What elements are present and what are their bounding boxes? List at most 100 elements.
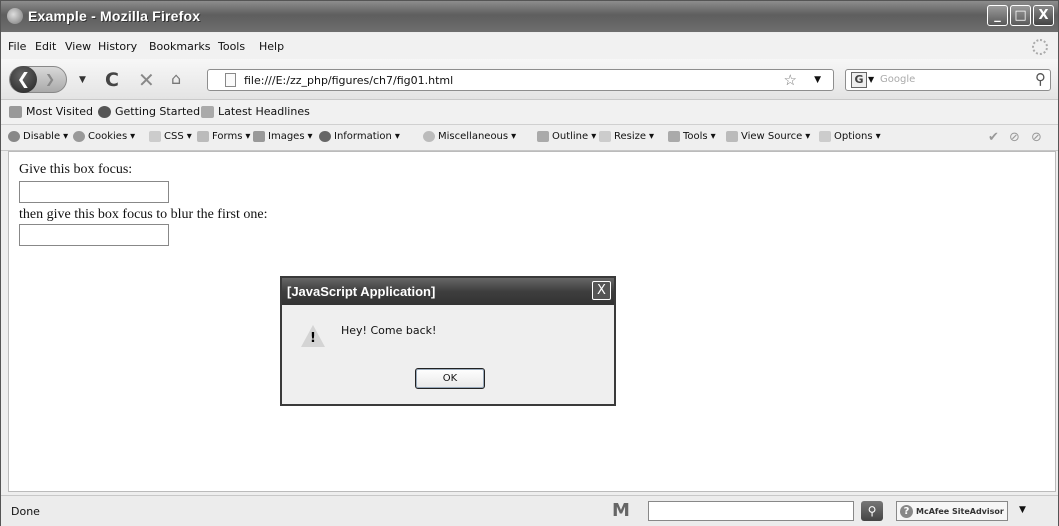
browser-window: Example - Mozilla Firefox _ □ X File Edi… [0,0,1059,526]
tools-icon [668,131,680,142]
bookmarks-toolbar: Most Visited Getting Started Latest Head… [1,100,1058,125]
reload-button[interactable]: C [105,69,119,91]
webdev-label: Miscellaneous [438,131,509,142]
webdev-label: Images [268,131,305,142]
menu-bar: File Edit View History Bookmarks Tools H… [1,33,1058,59]
search-icon[interactable]: ⚲ [1035,70,1046,88]
minimize-button[interactable]: _ [987,5,1008,26]
home-button[interactable]: ⌂ [171,69,181,88]
google-engine-icon[interactable]: G [851,72,867,88]
second-box-label: then give this box focus to blur the fir… [19,207,268,222]
menu-tools[interactable]: Tools [218,40,245,53]
status-icon[interactable]: ⊘ [1009,130,1020,145]
options-icon [819,131,831,142]
webdev-cookies[interactable]: Cookies ▾ [73,131,135,142]
search-placeholder[interactable]: Google [880,74,915,85]
webdev-label: Information [334,131,392,142]
forward-button[interactable]: ❯ [45,72,55,86]
view-source-icon [726,131,738,142]
rss-icon [201,105,214,118]
webdev-view-source[interactable]: View Source ▾ [726,131,810,142]
webdev-disable[interactable]: Disable ▾ [8,131,68,142]
webdev-miscellaneous[interactable]: Miscellaneous ▾ [423,131,516,142]
menu-help[interactable]: Help [259,40,284,53]
question-icon: ? [900,504,913,518]
bookmark-label: Latest Headlines [218,105,310,118]
resize-icon [599,131,611,142]
status-text: Done [11,505,40,518]
bookmark-most-visited[interactable]: Most Visited [9,105,93,118]
webdev-label: Outline [552,131,589,142]
webdev-label: View Source [741,131,803,142]
bookmark-folder-icon [9,105,22,118]
menu-file[interactable]: File [8,40,26,53]
bookmark-latest-headlines[interactable]: Latest Headlines [201,105,310,118]
siteadvisor-button[interactable]: ? McAfee SiteAdvisor [896,501,1008,521]
webdev-label: CSS [164,131,184,142]
bookmark-getting-started[interactable]: Getting Started [98,105,200,118]
throbber-icon [1032,39,1048,55]
ok-button[interactable]: OK [415,368,485,389]
menu-history[interactable]: History [98,40,137,53]
webdev-options[interactable]: Options ▾ [819,131,881,142]
webdev-tools[interactable]: Tools ▾ [668,131,716,142]
url-text[interactable]: file:///E:/zz_php/figures/ch7/fig01.html [244,74,453,87]
css-icon [149,131,161,142]
webdev-information[interactable]: Information ▾ [319,131,400,142]
siteadvisor-dropdown-icon[interactable]: ▼ [1019,505,1026,515]
webdev-forms[interactable]: Forms ▾ [197,131,250,142]
misc-icon [423,131,435,142]
first-text-input[interactable] [19,181,169,203]
window-title: Example - Mozilla Firefox [28,8,201,24]
url-dropdown-icon[interactable]: ▼ [814,75,821,85]
firefox-icon [7,8,23,24]
web-developer-toolbar: Disable ▾ Cookies ▾ CSS ▾ Forms ▾ Images ▾ In… [1,125,1058,151]
firefox-icon [98,105,111,118]
warning-mark: ! [310,331,316,346]
alert-dialog: [JavaScript Application] X ! Hey! Come b… [280,276,616,406]
webdev-label: Cookies [88,131,128,142]
close-button[interactable]: X [1033,5,1054,26]
second-text-input[interactable] [19,224,169,246]
siteadvisor-label: McAfee SiteAdvisor [916,506,1004,516]
info-icon [319,131,331,142]
webdev-label: Options [834,131,873,142]
outline-icon [537,131,549,142]
status-bar: Done M ⚲ ? McAfee SiteAdvisor ▼ [1,495,1058,526]
first-box-label: Give this box focus: [19,162,133,177]
stop-button[interactable]: ✕ [138,68,155,92]
url-bar[interactable]: file:///E:/zz_php/figures/ch7/fig01.html… [207,69,834,91]
cookie-icon [73,131,85,142]
dialog-title-bar[interactable]: [JavaScript Application] X [282,278,614,305]
webdev-css[interactable]: CSS ▾ [149,131,192,142]
history-dropdown-icon[interactable]: ▼ [79,75,86,85]
webdev-label: Disable [23,131,61,142]
dialog-close-button[interactable]: X [592,281,611,300]
bookmark-label: Getting Started [115,105,201,118]
webdev-label: Tools [683,131,708,142]
status-search-button[interactable]: ⚲ [861,501,883,521]
forms-icon [197,131,209,142]
engine-dropdown-icon[interactable]: ▼ [868,75,874,84]
menu-edit[interactable]: Edit [35,40,56,53]
status-icon[interactable]: ⊘ [1031,130,1042,145]
maximize-button[interactable]: □ [1010,5,1031,26]
webdev-outline[interactable]: Outline ▾ [537,131,596,142]
page-icon [225,73,236,87]
navigation-toolbar: ❮ ❯ ▼ C ✕ ⌂ file:///E:/zz_php/figures/ch… [1,59,1058,100]
dialog-message: Hey! Come back! [341,324,437,337]
back-button[interactable]: ❮ [10,66,37,93]
status-search-input[interactable] [648,501,854,521]
menu-bookmarks[interactable]: Bookmarks [149,40,210,53]
menu-view[interactable]: View [65,40,91,53]
images-icon [253,131,265,142]
title-bar[interactable]: Example - Mozilla Firefox _ □ X [1,1,1058,32]
bookmark-star-icon[interactable]: ☆ [784,71,797,89]
webdev-resize[interactable]: Resize ▾ [599,131,654,142]
validate-check-icon[interactable]: ✔ [988,130,999,145]
search-bar[interactable]: G ▼ Google ⚲ [845,69,1051,91]
bookmark-label: Most Visited [26,105,93,118]
dialog-title: [JavaScript Application] [287,284,436,299]
webdev-images[interactable]: Images ▾ [253,131,313,142]
m-logo-icon: M [612,500,630,521]
